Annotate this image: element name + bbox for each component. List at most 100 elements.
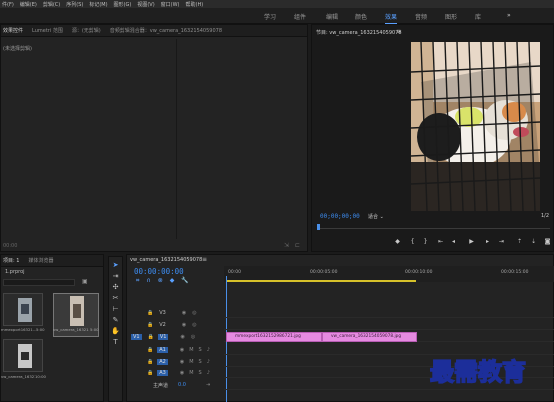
menu-file[interactable]: 件(F) — [2, 1, 14, 8]
program-scrubber[interactable] — [318, 228, 550, 229]
workspace-editing[interactable]: 编辑 — [326, 12, 338, 21]
mute-icon[interactable]: M — [189, 370, 193, 376]
tab-audio-clip-mixer[interactable]: 音频剪辑混合器：vw_camera_1632154059078 — [110, 27, 222, 34]
playhead-marker-icon[interactable] — [317, 224, 320, 230]
lock-icon[interactable]: 🔒 — [148, 334, 154, 340]
lock-icon[interactable]: 🔒 — [147, 310, 153, 316]
timeline-clip-2[interactable]: vw_camera_1632154059078.jpg — [322, 332, 417, 342]
toggle-output-icon[interactable]: ◉ — [182, 310, 186, 316]
export-frame-icon[interactable]: ⇲ — [284, 242, 289, 249]
panel-menu-icon[interactable]: ≡ — [396, 28, 401, 35]
camera-icon[interactable]: ◙ — [543, 237, 552, 246]
work-area-bar[interactable] — [226, 280, 416, 282]
track-label[interactable]: V1 — [157, 334, 169, 340]
menu-help[interactable]: 帮助(H) — [186, 1, 204, 8]
selection-tool-icon[interactable]: ➤ — [111, 261, 120, 270]
workspace-audio[interactable]: 音频 — [415, 12, 427, 21]
timeline-clip-1[interactable]: mmexport1632152986721.jpg — [226, 332, 322, 342]
workspace-graphics[interactable]: 图形 — [445, 12, 457, 21]
eye-icon[interactable]: ◎ — [191, 334, 195, 340]
folder-icon[interactable]: ▣ — [82, 278, 88, 285]
go-to-out-icon[interactable]: ⇥ — [497, 237, 506, 246]
timeline-timecode[interactable]: 00:00:00:00 — [134, 267, 184, 276]
pen-tool-icon[interactable]: ✎ — [111, 316, 120, 325]
menu-graphics[interactable]: 图形(G) — [114, 1, 132, 8]
workspace-learn[interactable]: 学习 — [264, 12, 276, 21]
tab-source[interactable]: 源：(无剪辑) — [72, 27, 101, 34]
ripple-edit-tool-icon[interactable]: ✣ — [111, 283, 120, 292]
mark-in-icon[interactable]: { — [408, 237, 417, 246]
track-select-tool-icon[interactable]: ⇥ — [111, 272, 120, 281]
toggle-output-icon[interactable]: ◉ — [182, 322, 186, 328]
add-marker-icon[interactable]: ◆ — [393, 237, 402, 246]
track-label[interactable]: A3 — [157, 370, 168, 376]
solo-icon[interactable]: S — [199, 359, 202, 365]
track-label[interactable]: V2 — [159, 322, 166, 328]
settings-icon[interactable]: ⊏ — [295, 242, 300, 249]
workspace-effects[interactable]: 效果 — [385, 12, 398, 24]
lane-v3[interactable] — [224, 308, 554, 318]
tab-lumetri-scopes[interactable]: Lumetri 范围 — [32, 27, 63, 34]
workspace-assembly[interactable]: 组件 — [294, 12, 306, 21]
lock-icon[interactable]: 🔒 — [147, 322, 153, 328]
lock-icon[interactable]: 🔒 — [147, 370, 153, 376]
go-to-in-icon[interactable]: ⇤ — [436, 237, 445, 246]
mute-icon[interactable]: M — [189, 359, 193, 365]
lift-icon[interactable]: ⇡ — [515, 237, 524, 246]
menu-edit[interactable]: 编辑(E) — [20, 1, 37, 8]
resolution-fraction[interactable]: 1/2 — [541, 213, 549, 219]
eye-icon[interactable]: ◎ — [192, 322, 196, 328]
ruler-tick-label: 00:00:15:00 — [501, 270, 529, 275]
master-volume-value[interactable]: 0.0 — [178, 382, 186, 388]
program-timecode[interactable]: 00;00;00;00 — [320, 213, 360, 220]
menu-view[interactable]: 视图(V) — [137, 1, 154, 8]
toggle-output-icon[interactable]: ◉ — [180, 347, 184, 353]
workspace-color[interactable]: 颜色 — [355, 12, 367, 21]
project-item-thumbnail-3[interactable] — [3, 339, 43, 372]
workspace-libraries[interactable]: 库 — [475, 12, 481, 21]
solo-icon[interactable]: S — [199, 347, 202, 353]
microphone-icon[interactable]: ♪ — [207, 359, 210, 365]
tab-media-browser[interactable]: 媒体浏览器 — [28, 257, 53, 264]
menu-marker[interactable]: 标记(M) — [89, 1, 107, 8]
track-label[interactable]: A1 — [157, 347, 168, 353]
solo-icon[interactable]: S — [199, 370, 202, 376]
mark-out-icon[interactable]: } — [421, 237, 430, 246]
extract-icon[interactable]: ⇣ — [529, 237, 538, 246]
razor-tool-icon[interactable]: ✂ — [111, 294, 120, 303]
toggle-output-icon[interactable]: ◉ — [180, 370, 184, 376]
play-icon[interactable]: ▶ — [467, 237, 476, 246]
lock-icon[interactable]: 🔒 — [147, 359, 153, 365]
tab-project[interactable]: 项目: 1 — [3, 257, 19, 264]
project-item-thumbnail-1[interactable] — [3, 293, 43, 326]
tab-effect-controls[interactable]: 效果控件 — [3, 27, 23, 34]
microphone-icon[interactable]: ♪ — [207, 370, 210, 376]
menu-sequence[interactable]: 序列(S) — [66, 1, 83, 8]
step-forward-icon[interactable]: ▸ — [483, 237, 492, 246]
microphone-icon[interactable]: ♪ — [207, 347, 210, 353]
sequence-tab[interactable]: vw_camera_1632154059078 — [130, 257, 202, 263]
slip-tool-icon[interactable]: ⊢ — [111, 305, 120, 314]
fit-dropdown[interactable]: 适合 ⌄ — [368, 213, 384, 220]
menu-window[interactable]: 窗口(W) — [161, 1, 180, 8]
workspace-more-icon[interactable]: » — [507, 12, 511, 19]
step-back-icon[interactable]: ◂ — [449, 237, 458, 246]
toggle-output-icon[interactable]: ◉ — [180, 334, 184, 340]
timeline-ruler[interactable]: 00:00 00:00:05:00 00:00:10:00 00:00:15:0… — [224, 266, 554, 282]
menu-clip[interactable]: 剪辑(C) — [43, 1, 60, 8]
hand-tool-icon[interactable]: ✋ — [111, 327, 120, 336]
timeline-menu-icon[interactable]: ≡ — [202, 256, 207, 263]
track-label[interactable]: V3 — [159, 310, 166, 316]
source-patch-v1[interactable]: V1 — [131, 334, 142, 340]
mute-icon[interactable]: M — [189, 347, 193, 353]
timeline-toggle-icons[interactable]: ⌗∩⊗◆🔧 — [136, 277, 196, 285]
type-tool-icon[interactable]: T — [111, 338, 120, 347]
lane-v2[interactable] — [224, 320, 554, 330]
eye-icon[interactable]: ◎ — [192, 310, 196, 316]
skip-to-end-icon[interactable]: ⇥ — [206, 382, 210, 388]
toggle-output-icon[interactable]: ◉ — [180, 359, 184, 365]
track-label[interactable]: A2 — [157, 359, 168, 365]
track-header-a1: 🔒 A1 ◉ M S ♪ — [127, 345, 223, 355]
lock-icon[interactable]: 🔒 — [147, 347, 153, 353]
project-search-input[interactable] — [3, 279, 75, 286]
